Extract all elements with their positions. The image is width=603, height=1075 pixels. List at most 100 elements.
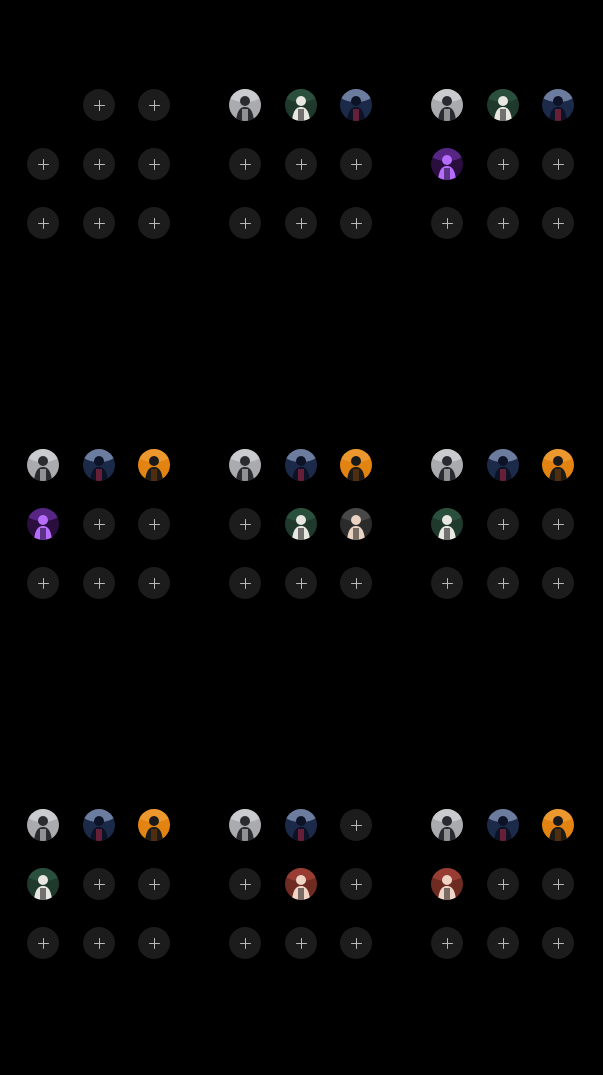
avatar-orange[interactable] (138, 809, 170, 841)
avatar-gray[interactable] (229, 809, 261, 841)
add-avatar-button[interactable] (542, 148, 574, 180)
add-avatar-button[interactable] (431, 207, 463, 239)
add-avatar-button[interactable] (83, 927, 115, 959)
avatar-gray[interactable] (229, 449, 261, 481)
avatar-panel-3 (431, 89, 599, 257)
avatar-gray[interactable] (431, 809, 463, 841)
add-avatar-button[interactable] (542, 207, 574, 239)
avatar-red[interactable] (285, 868, 317, 900)
avatar-purple[interactable] (431, 148, 463, 180)
add-avatar-button[interactable] (431, 567, 463, 599)
plus-icon (552, 217, 564, 229)
add-avatar-button[interactable] (229, 148, 261, 180)
avatar-orange[interactable] (340, 449, 372, 481)
add-avatar-button[interactable] (487, 508, 519, 540)
add-avatar-button[interactable] (83, 868, 115, 900)
avatar-navy[interactable] (340, 89, 372, 121)
avatar-green[interactable] (431, 508, 463, 540)
plus-icon (93, 937, 105, 949)
avatar-gray[interactable] (27, 449, 59, 481)
add-avatar-button[interactable] (340, 567, 372, 599)
plus-icon (441, 937, 453, 949)
add-avatar-button[interactable] (27, 207, 59, 239)
add-avatar-button[interactable] (138, 567, 170, 599)
plus-icon (497, 158, 509, 170)
avatar-red[interactable] (431, 868, 463, 900)
add-avatar-button[interactable] (487, 868, 519, 900)
add-avatar-button[interactable] (27, 148, 59, 180)
add-avatar-button[interactable] (340, 927, 372, 959)
avatar-grid-screen (0, 0, 603, 1075)
avatar-navy[interactable] (83, 449, 115, 481)
plus-icon (93, 878, 105, 890)
add-avatar-button[interactable] (138, 148, 170, 180)
add-avatar-button[interactable] (138, 207, 170, 239)
plus-icon (350, 217, 362, 229)
add-avatar-button[interactable] (487, 207, 519, 239)
add-avatar-button[interactable] (285, 207, 317, 239)
avatar-green[interactable] (27, 868, 59, 900)
avatar-orange[interactable] (542, 449, 574, 481)
add-avatar-button[interactable] (487, 927, 519, 959)
avatar-navy[interactable] (487, 449, 519, 481)
add-avatar-button[interactable] (487, 567, 519, 599)
add-avatar-button[interactable] (27, 567, 59, 599)
avatar-navy[interactable] (83, 809, 115, 841)
add-avatar-button[interactable] (138, 89, 170, 121)
add-avatar-button[interactable] (542, 868, 574, 900)
plus-icon (239, 937, 251, 949)
add-avatar-button[interactable] (542, 567, 574, 599)
add-avatar-button[interactable] (229, 927, 261, 959)
avatar-navy[interactable] (487, 809, 519, 841)
add-avatar-button[interactable] (138, 927, 170, 959)
add-avatar-button[interactable] (138, 868, 170, 900)
add-avatar-button[interactable] (285, 567, 317, 599)
avatar-green[interactable] (487, 89, 519, 121)
add-avatar-button[interactable] (138, 508, 170, 540)
plus-icon (93, 518, 105, 530)
avatar-gray[interactable] (229, 89, 261, 121)
avatar-purple[interactable] (27, 508, 59, 540)
add-avatar-button[interactable] (83, 148, 115, 180)
add-avatar-button[interactable] (229, 868, 261, 900)
add-avatar-button[interactable] (83, 567, 115, 599)
add-avatar-button[interactable] (431, 927, 463, 959)
add-avatar-button[interactable] (487, 148, 519, 180)
plus-icon (350, 577, 362, 589)
plus-icon (552, 577, 564, 589)
add-avatar-button[interactable] (340, 809, 372, 841)
add-avatar-button[interactable] (229, 508, 261, 540)
add-avatar-button[interactable] (285, 927, 317, 959)
avatar-green[interactable] (285, 508, 317, 540)
avatar-green[interactable] (285, 89, 317, 121)
add-avatar-button[interactable] (340, 868, 372, 900)
add-avatar-button[interactable] (285, 148, 317, 180)
add-avatar-button[interactable] (83, 508, 115, 540)
add-avatar-button[interactable] (542, 927, 574, 959)
add-avatar-button[interactable] (27, 927, 59, 959)
avatar-navy[interactable] (285, 809, 317, 841)
plus-icon (239, 577, 251, 589)
avatar-gray[interactable] (27, 809, 59, 841)
add-avatar-button[interactable] (542, 508, 574, 540)
avatar-panel-5 (229, 449, 397, 617)
avatar-gray[interactable] (431, 449, 463, 481)
avatar-portrait[interactable] (340, 508, 372, 540)
plus-icon (239, 158, 251, 170)
avatar-navy[interactable] (542, 89, 574, 121)
add-avatar-button[interactable] (83, 207, 115, 239)
plus-icon (295, 937, 307, 949)
plus-icon (350, 937, 362, 949)
add-avatar-button[interactable] (229, 567, 261, 599)
add-avatar-button[interactable] (229, 207, 261, 239)
avatar-orange[interactable] (542, 809, 574, 841)
plus-icon (148, 99, 160, 111)
empty-slot (27, 89, 59, 121)
add-avatar-button[interactable] (340, 207, 372, 239)
add-avatar-button[interactable] (83, 89, 115, 121)
avatar-gray[interactable] (431, 89, 463, 121)
plus-icon (148, 217, 160, 229)
avatar-orange[interactable] (138, 449, 170, 481)
avatar-navy[interactable] (285, 449, 317, 481)
add-avatar-button[interactable] (340, 148, 372, 180)
